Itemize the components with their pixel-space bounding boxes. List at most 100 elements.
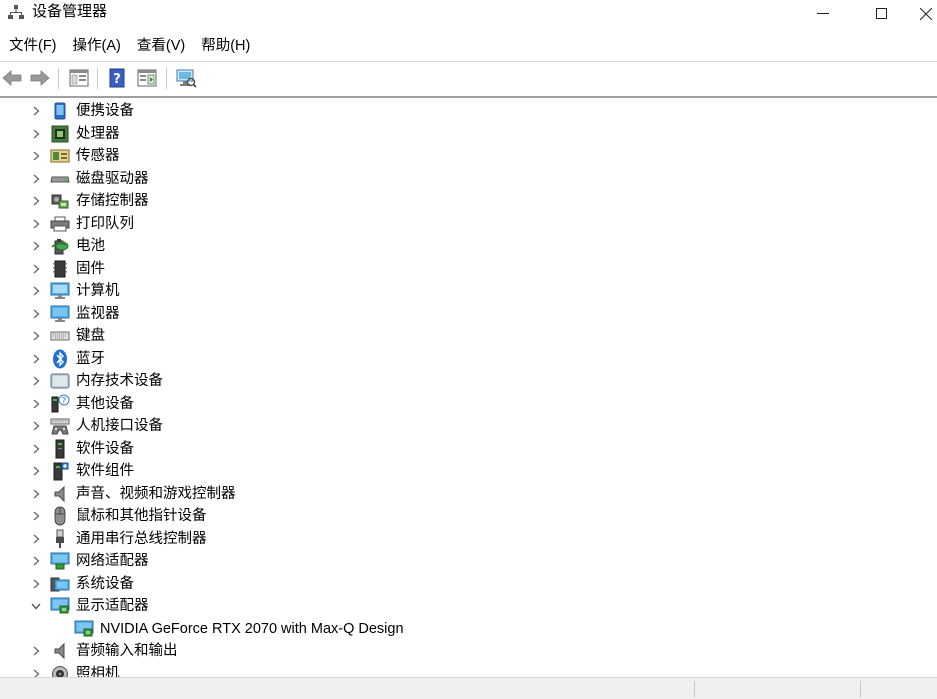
tree-node-label: 系统设备 — [76, 575, 134, 592]
tree-node-label: 键盘 — [76, 328, 105, 344]
tree-node-label: 软件设备 — [76, 440, 134, 457]
chevron-right-icon[interactable] — [29, 325, 43, 347]
window-title: 设备管理器 — [32, 3, 108, 20]
maximize-icon — [875, 8, 887, 19]
help-icon: ? — [109, 68, 125, 88]
tree-node-label: 处理器 — [76, 125, 120, 142]
tree-node-label: 照相机 — [76, 665, 120, 678]
chevron-right-icon[interactable] — [29, 100, 43, 122]
tree-node-label: 其他设备 — [76, 395, 134, 412]
software-device-icon — [50, 439, 70, 459]
chevron-right-icon[interactable] — [29, 235, 43, 257]
toolbar: ? — [0, 61, 937, 94]
maximize-button[interactable] — [858, 0, 904, 27]
minimize-button[interactable] — [800, 0, 846, 27]
toolbar-separator — [97, 68, 98, 89]
tree-node-label: 计算机 — [76, 283, 120, 299]
chevron-right-icon[interactable] — [29, 123, 43, 145]
tree-node-label: 便携设备 — [76, 103, 134, 119]
menu-help[interactable]: 帮助(H) — [193, 35, 258, 57]
chevron-right-icon[interactable] — [29, 573, 43, 595]
chevron-right-icon[interactable] — [29, 213, 43, 235]
battery-icon — [50, 236, 70, 256]
tree-node-label: 人机接口设备 — [76, 418, 163, 434]
status-bar-separator — [694, 681, 695, 697]
usb-icon — [50, 529, 70, 549]
chevron-right-icon[interactable] — [29, 370, 43, 392]
computer-icon — [50, 281, 70, 301]
chevron-right-icon[interactable] — [29, 303, 43, 325]
chevron-right-icon[interactable] — [29, 663, 43, 677]
memory-technology-icon — [50, 371, 70, 391]
monitor-icon — [50, 304, 70, 324]
status-bar — [0, 677, 937, 699]
help-button[interactable]: ? — [106, 67, 128, 89]
menu-action[interactable]: 操作(A) — [65, 35, 129, 57]
properties-pane-button[interactable] — [136, 67, 158, 89]
hid-icon — [50, 416, 70, 436]
minimize-icon — [817, 13, 829, 14]
svg-text:?: ? — [113, 72, 121, 87]
tree-node-label: 监视器 — [76, 305, 120, 322]
chevron-right-icon[interactable] — [29, 190, 43, 212]
status-bar-separator — [860, 681, 861, 697]
portable-device-icon — [50, 101, 70, 121]
display-adapter-icon — [50, 596, 70, 616]
menu-view[interactable]: 查看(V) — [129, 35, 193, 57]
tree-node-label: NVIDIA GeForce RTX 2070 with Max-Q Desig… — [100, 620, 404, 637]
other-device-icon: ? — [50, 394, 70, 414]
firmware-icon — [50, 259, 70, 279]
forward-arrow-icon — [30, 70, 50, 86]
tree-top-divider — [0, 96, 937, 98]
tree-node-label: 传感器 — [76, 148, 120, 164]
tree-node-label: 磁盘驱动器 — [76, 170, 149, 187]
chevron-right-icon[interactable] — [29, 438, 43, 460]
title-bar: 设备管理器 — [0, 0, 937, 27]
tree-node-label: 网络适配器 — [76, 553, 149, 569]
device-tree: 便携设备 处理器 传感器 磁盘驱动器 存储控制器 打印队列 电池 固件 计算机 … — [0, 99, 937, 677]
chevron-right-icon[interactable] — [29, 415, 43, 437]
chevron-down-icon[interactable] — [29, 595, 43, 617]
system-device-icon — [50, 574, 70, 594]
close-icon — [920, 7, 932, 20]
menu-file[interactable]: 文件(F) — [0, 35, 65, 57]
tree-node-label: 电池 — [76, 238, 105, 254]
tree-node-label: 存储控制器 — [76, 193, 149, 209]
tree-node-label: 固件 — [76, 260, 105, 277]
chevron-right-icon[interactable] — [29, 168, 43, 190]
scan-hardware-changes-button[interactable] — [175, 67, 197, 89]
toolbar-separator — [58, 68, 59, 89]
back-arrow-icon — [2, 70, 22, 86]
storage-controller-icon — [50, 191, 70, 211]
printer-icon — [50, 214, 70, 234]
disk-drive-icon — [50, 169, 70, 189]
software-component-icon — [50, 461, 70, 481]
mouse-icon — [50, 506, 70, 526]
close-button[interactable] — [912, 0, 937, 27]
tree-node-label: 打印队列 — [76, 215, 134, 232]
chevron-right-icon[interactable] — [29, 393, 43, 415]
tree-node-label: 软件组件 — [76, 463, 134, 479]
chevron-right-icon[interactable] — [29, 145, 43, 167]
tree-node-label: 蓝牙 — [76, 350, 105, 367]
menu-bar: 文件(F) 操作(A) 查看(V) 帮助(H) — [0, 35, 258, 57]
chevron-right-icon[interactable] — [29, 550, 43, 572]
chevron-right-icon[interactable] — [29, 528, 43, 550]
chevron-right-icon[interactable] — [29, 348, 43, 370]
chevron-right-icon[interactable] — [29, 280, 43, 302]
tree-node-label: 声音、视频和游戏控制器 — [76, 485, 236, 502]
toolbar-separator — [166, 68, 167, 89]
audio-io-icon — [50, 641, 70, 661]
chevron-right-icon[interactable] — [29, 460, 43, 482]
chevron-right-icon[interactable] — [29, 483, 43, 505]
chevron-right-icon[interactable] — [29, 640, 43, 662]
properties-pane-icon — [137, 69, 157, 87]
forward-button[interactable] — [29, 67, 51, 89]
chevron-right-icon[interactable] — [29, 505, 43, 527]
tree-node-label: 通用串行总线控制器 — [76, 530, 207, 547]
show-hide-console-tree-button[interactable] — [68, 67, 90, 89]
display-adapter-icon — [74, 619, 94, 639]
back-button[interactable] — [1, 67, 23, 89]
keyboard-icon — [50, 326, 70, 346]
chevron-right-icon[interactable] — [29, 258, 43, 280]
